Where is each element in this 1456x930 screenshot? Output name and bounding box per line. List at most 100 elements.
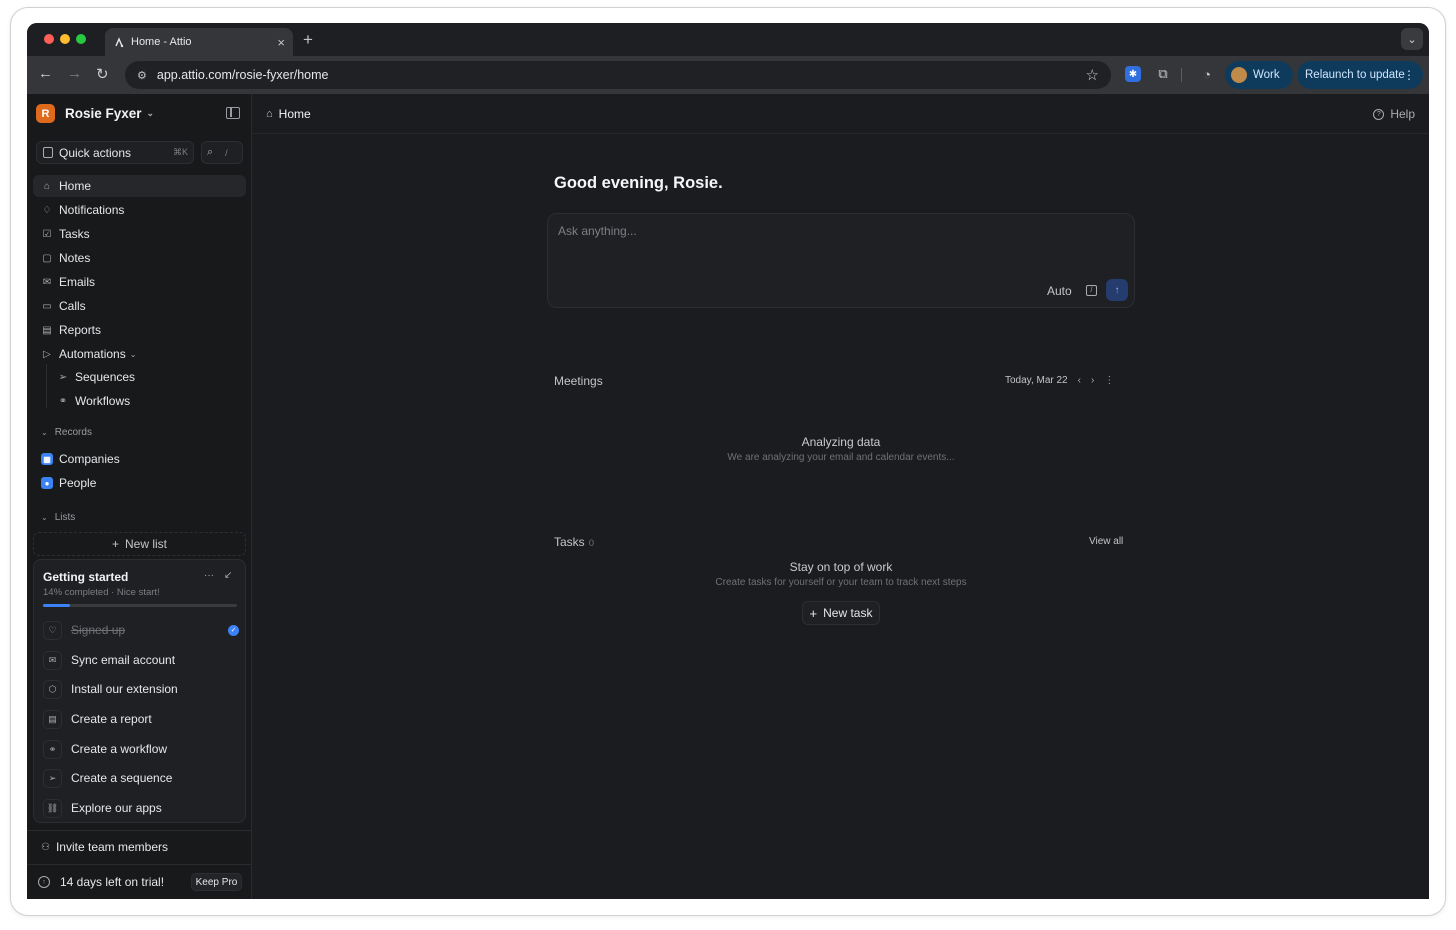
lists-section-header[interactable]: ⌄ Lists [41,512,75,523]
checklist-item-install-extension[interactable]: ⬡ Install our extension [43,678,239,700]
sidebar-item-people[interactable]: ● People [33,472,246,494]
sidebar-item-calls[interactable]: ▭ Calls [33,295,246,317]
records-section-header[interactable]: ⌄ Records [41,427,92,438]
forward-arrow-icon[interactable]: → [67,65,82,82]
sidebar-item-emails[interactable]: ✉ Emails [33,271,246,293]
checklist-item-signed-up[interactable]: ♡ Signed up ✓ [43,619,239,641]
sidebar-item-automations[interactable]: ▷ Automations ⌄ [33,343,246,365]
maximize-window-button[interactable] [76,34,86,44]
sidebar-item-sequences[interactable]: ➢ Sequences [49,366,246,388]
section-label: Records [54,427,92,438]
checklist-item-create-workflow[interactable]: ⚭ Create a workflow [43,738,239,760]
section-label: Lists [54,512,76,523]
checklist-label: Create a workflow [71,742,168,756]
search-icon: ⌕ [207,146,214,158]
checklist-label: Create a report [71,712,152,726]
mode-selector[interactable]: Auto [1047,284,1072,298]
chevron-down-icon: ⌄ [129,349,137,359]
new-list-label: New list [125,537,168,551]
profile-button[interactable]: Work [1225,61,1293,89]
performance-icon[interactable]: ◔ [1199,66,1215,82]
bell-icon: ♢ [42,204,52,216]
site-settings-icon[interactable]: ⚙ [137,69,147,82]
clock-icon: ↑ [38,876,50,888]
sidebar-item-tasks[interactable]: ☑ Tasks [33,223,246,245]
sidebar-item-notes[interactable]: ▢ Notes [33,247,246,269]
tasks-count: 0 [588,538,594,549]
new-task-button[interactable]: + New task [802,601,880,625]
keep-pro-button[interactable]: Keep Pro [191,873,242,891]
attach-icon[interactable]: / [1086,285,1097,296]
sidebar-item-reports[interactable]: ▤ Reports [33,319,246,341]
more-vertical-icon[interactable]: ⋮ [1104,375,1114,386]
back-arrow-icon[interactable]: ← [38,65,53,82]
meetings-date-nav: Today, Mar 22 ‹ › ⋮ [1005,375,1114,386]
workspace-name: Rosie Fyxer [65,106,142,121]
meetings-empty-title: Analyzing data [801,435,881,449]
ask-input[interactable]: Ask anything... [558,224,637,238]
quick-actions-label: Quick actions [59,145,132,160]
question-icon: ? [1373,108,1385,120]
workflow-icon: ⚭ [58,395,68,407]
tab-search-chevron-icon[interactable]: ⌄ [1401,28,1423,50]
bookmark-star-icon[interactable]: ☆ [1086,66,1099,84]
minimize-window-button[interactable] [60,34,70,44]
browser-window: Home - Attio × + ⌄ ← → ↻ ⚙ app.attio.com… [27,23,1429,899]
browser-tab[interactable]: Home - Attio × [105,28,293,56]
send-arrow-icon[interactable]: ↑ [1106,279,1128,301]
sidebar-item-home[interactable]: ⌂ Home [33,175,246,197]
help-label: Help [1390,107,1415,121]
command-icon [43,147,53,158]
getting-started-progress-text: 14% completed · Nice start! [43,587,160,598]
help-button[interactable]: ? Help [1373,107,1415,121]
progress-bar [43,604,237,607]
address-bar[interactable]: ⚙ app.attio.com/rosie-fyxer/home ☆ [125,61,1111,89]
view-all-link[interactable]: View all [1089,536,1123,547]
puzzle-icon: ⬡ [43,679,62,699]
checklist-label: Install our extension [71,682,178,696]
video-icon: ▭ [42,300,52,312]
relaunch-button[interactable]: Relaunch to update ⋮ [1297,61,1423,89]
checklist-item-explore-apps[interactable]: ⛓ Explore our apps [43,797,239,819]
tasks-empty-title: Stay on top of work [789,560,893,574]
close-window-button[interactable] [44,34,54,44]
checklist-item-create-report[interactable]: ▤ Create a report [43,708,239,730]
checkbox-icon: ☑ [42,228,52,240]
more-vertical-icon[interactable]: ⋮ [1403,68,1415,82]
new-list-button[interactable]: + New list [33,532,246,556]
reload-icon[interactable]: ↻ [96,65,109,83]
new-tab-button[interactable]: + [303,30,313,50]
toolbar-divider [1181,68,1182,82]
chevron-down-icon: ⌄ [41,513,48,522]
sidebar-item-workflows[interactable]: ⚭ Workflows [49,390,246,412]
building-icon: ▦ [41,453,53,465]
add-person-icon: ⚇ [41,841,50,853]
ask-anything-box[interactable]: Ask anything... Auto / ↑ [547,213,1135,308]
quick-actions-button[interactable]: Quick actions ⌘K [36,141,194,164]
workflow-icon: ⚭ [43,739,62,759]
invite-team-button[interactable]: ⚇ Invite team members [41,840,168,854]
search-button[interactable]: ⌕ / [201,141,243,164]
more-icon[interactable]: ··· [204,570,214,581]
tab-close-icon[interactable]: × [277,35,285,50]
workspace-switcher[interactable]: R Rosie Fyxer ⌄ [36,104,154,123]
minimize-icon[interactable]: ↙ [224,570,232,581]
tasks-empty-subtitle: Create tasks for yourself or your team t… [715,577,967,588]
sidebar: R Rosie Fyxer ⌄ Quick actions ⌘K ⌕ / ⌂ Ho… [27,94,252,899]
sidebar-item-companies[interactable]: ▦ Companies [33,448,246,470]
chevron-left-icon[interactable]: ‹ [1078,375,1081,386]
chevron-right-icon[interactable]: › [1091,375,1094,386]
puzzle-extensions-icon[interactable]: ⧉ [1155,66,1171,82]
meetings-date[interactable]: Today, Mar 22 [1005,375,1068,386]
sidebar-item-notifications[interactable]: ♢ Notifications [33,199,246,221]
page-title: Home [278,107,311,121]
checklist-item-sync-email[interactable]: ✉ Sync email account [43,649,239,671]
collapse-sidebar-icon[interactable] [226,107,240,119]
sidebar-item-label: Companies [59,452,120,466]
extension-icon[interactable]: ✱ [1125,66,1141,82]
link-icon: ⛓ [43,798,62,818]
checklist-label: Create a sequence [71,771,173,785]
send-icon: ➢ [43,768,62,788]
checklist-item-create-sequence[interactable]: ➢ Create a sequence [43,767,239,789]
meetings-empty-subtitle: We are analyzing your email and calendar… [727,452,955,463]
